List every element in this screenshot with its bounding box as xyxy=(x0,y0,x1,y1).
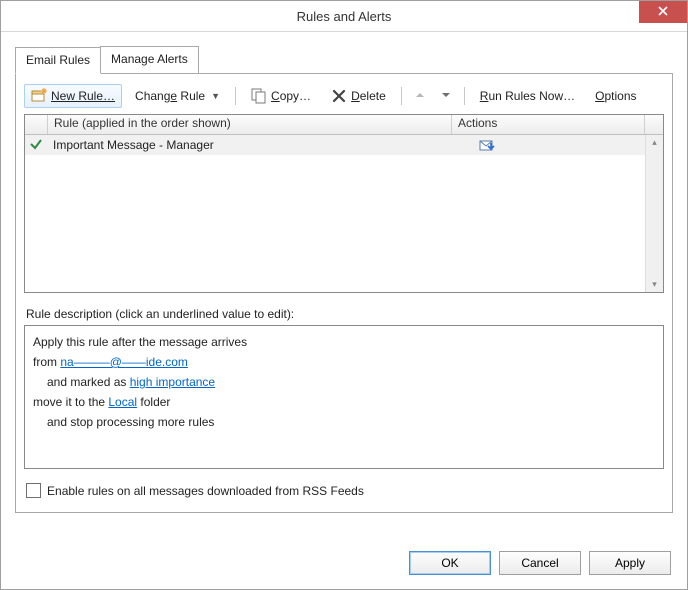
importance-link[interactable]: high importance xyxy=(130,375,215,389)
cancel-button[interactable]: Cancel xyxy=(499,551,581,575)
row-actions xyxy=(475,137,663,153)
rss-checkbox-row: Enable rules on all messages downloaded … xyxy=(26,483,662,498)
folder-link[interactable]: Local xyxy=(108,395,137,409)
delete-label: Delete xyxy=(351,89,386,103)
scroll-down-icon: ▾ xyxy=(650,277,659,292)
chevron-down-icon: ▼ xyxy=(211,91,220,101)
copy-label: Copy… xyxy=(271,89,311,103)
options-button[interactable]: Options xyxy=(588,85,643,107)
table-row[interactable]: Important Message - Manager xyxy=(25,135,663,155)
rss-label[interactable]: Enable rules on all messages downloaded … xyxy=(47,484,364,498)
desc-line: Apply this rule after the message arrive… xyxy=(33,332,655,352)
tab-panel: New Rule… Change Rule ▼ Copy… xyxy=(15,73,673,513)
arrow-up-icon xyxy=(414,90,426,104)
column-scroll-gutter xyxy=(645,115,663,134)
grid-header: Rule (applied in the order shown) Action… xyxy=(25,115,663,135)
separator xyxy=(235,87,236,105)
column-checkbox[interactable] xyxy=(25,115,48,134)
column-actions[interactable]: Actions xyxy=(452,115,645,134)
checkmark-icon xyxy=(29,137,43,154)
scroll-up-icon: ▴ xyxy=(650,135,659,150)
new-rule-button[interactable]: New Rule… xyxy=(24,84,122,108)
move-to-folder-icon xyxy=(479,137,495,153)
run-rules-now-button[interactable]: Run Rules Now… xyxy=(473,85,582,107)
rule-description-label: Rule description (click an underlined va… xyxy=(26,307,662,321)
rule-description-box: Apply this rule after the message arrive… xyxy=(24,325,664,469)
delete-button[interactable]: Delete xyxy=(324,84,393,108)
desc-line: and marked as high importance xyxy=(33,372,655,392)
change-rule-label: Change Rule xyxy=(135,89,205,103)
copy-icon xyxy=(251,88,267,104)
grid-body: Important Message - Manager ▴ ▾ xyxy=(25,135,663,292)
options-label: Options xyxy=(595,89,636,103)
apply-button[interactable]: Apply xyxy=(589,551,671,575)
tab-label: Email Rules xyxy=(26,53,90,67)
desc-line: and stop processing more rules xyxy=(33,412,655,432)
rules-and-alerts-dialog: Rules and Alerts Email Rules Manage Aler… xyxy=(0,0,688,590)
separator xyxy=(464,87,465,105)
tab-label: Manage Alerts xyxy=(111,52,188,66)
copy-button[interactable]: Copy… xyxy=(244,84,318,108)
row-checkbox[interactable] xyxy=(25,137,47,154)
new-rule-label: New Rule… xyxy=(51,89,115,103)
change-rule-button[interactable]: Change Rule ▼ xyxy=(128,85,227,107)
titlebar: Rules and Alerts xyxy=(1,1,687,32)
rss-checkbox[interactable] xyxy=(26,483,41,498)
column-rule[interactable]: Rule (applied in the order shown) xyxy=(48,115,452,134)
vertical-scrollbar[interactable]: ▴ ▾ xyxy=(645,135,663,292)
delete-icon xyxy=(331,88,347,104)
arrow-down-icon xyxy=(440,90,452,104)
move-up-button[interactable] xyxy=(410,87,430,106)
row-rule-name: Important Message - Manager xyxy=(47,138,475,152)
from-address-link[interactable]: na———@——ide.com xyxy=(60,355,188,369)
toolbar: New Rule… Change Rule ▼ Copy… xyxy=(24,82,664,114)
tab-strip: Email Rules Manage Alerts xyxy=(15,46,673,73)
desc-line: from na———@——ide.com xyxy=(33,352,655,372)
tab-email-rules[interactable]: Email Rules xyxy=(15,47,101,74)
desc-line: move it to the Local folder xyxy=(33,392,655,412)
rules-grid: Rule (applied in the order shown) Action… xyxy=(24,114,664,293)
tab-manage-alerts[interactable]: Manage Alerts xyxy=(100,46,199,73)
separator xyxy=(401,87,402,105)
run-rules-label: Run Rules Now… xyxy=(480,89,575,103)
close-button[interactable] xyxy=(639,1,687,23)
dialog-footer: OK Cancel Apply xyxy=(409,551,671,575)
move-down-button[interactable] xyxy=(436,87,456,106)
close-icon xyxy=(658,5,668,19)
window-title: Rules and Alerts xyxy=(297,9,392,24)
new-rule-icon xyxy=(31,88,47,104)
ok-button[interactable]: OK xyxy=(409,551,491,575)
